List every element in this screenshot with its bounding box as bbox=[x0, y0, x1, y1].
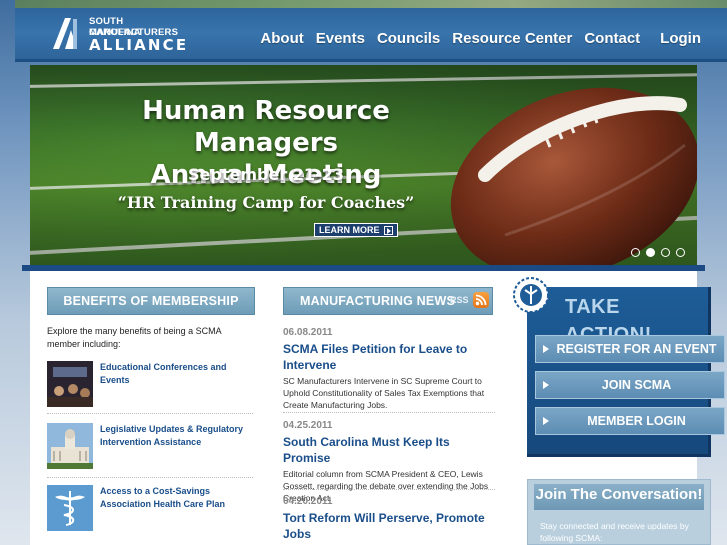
rss-feed-icon bbox=[475, 294, 487, 306]
join-scma-button[interactable]: JOIN SCMA bbox=[535, 371, 725, 399]
divider bbox=[47, 413, 253, 414]
slide-dot-2[interactable] bbox=[646, 248, 655, 257]
benefits-intro: Explore the many benefits of being a SCM… bbox=[47, 326, 222, 349]
benefit-label: Access to a Cost-Savings Association Hea… bbox=[100, 486, 226, 509]
capitol-photo bbox=[47, 423, 93, 469]
news-summary: SC Manufacturers Intervene in SC Supreme… bbox=[283, 376, 485, 410]
nav-events[interactable]: Events bbox=[310, 30, 371, 47]
benefit-label: Educational Conferences and Events bbox=[100, 362, 227, 385]
member-login-button[interactable]: MEMBER LOGIN bbox=[535, 407, 725, 435]
play-arrow-icon bbox=[383, 225, 393, 235]
nav-login[interactable]: Login bbox=[646, 30, 707, 47]
nav-resource-center[interactable]: Resource Center bbox=[446, 30, 578, 47]
rss-label: RSS bbox=[450, 295, 469, 305]
scma-logo-mark-icon bbox=[53, 18, 77, 49]
benefit-label: Legislative Updates & Regulatory Interve… bbox=[100, 424, 244, 447]
site-header: SOUTH CAROLINA MANUFACTURERS ALLIANCE Ab… bbox=[15, 0, 727, 62]
divider bbox=[47, 477, 253, 478]
nav-about[interactable]: About bbox=[254, 30, 309, 47]
caduceus-icon bbox=[47, 485, 93, 531]
news-heading-label: MANUFACTURING NEWS bbox=[300, 294, 455, 308]
slide-dot-4[interactable] bbox=[676, 248, 685, 257]
learn-more-button[interactable]: LEARN MORE bbox=[314, 223, 398, 237]
conference-photo bbox=[47, 361, 93, 407]
news-title-link[interactable]: Tort Reform Will Perserve, Promote Jobs bbox=[283, 510, 498, 542]
button-label: JOIN SCMA bbox=[601, 378, 672, 392]
join-conversation-title: Join The Conversation! bbox=[534, 484, 704, 510]
news-date: 06.08.2011 bbox=[283, 327, 333, 338]
palmetto-seal-icon bbox=[513, 277, 549, 313]
scma-logo[interactable]: SOUTH CAROLINA MANUFACTURERS ALLIANCE bbox=[51, 14, 186, 54]
logo-text-line3: ALLIANCE bbox=[89, 36, 189, 54]
news-title-link[interactable]: South Carolina Must Keep Its Promise bbox=[283, 434, 498, 466]
join-conversation-panel: Join The Conversation! Stay connected an… bbox=[527, 479, 711, 545]
news-title-link[interactable]: SCMA Files Petition for Leave to Interve… bbox=[283, 341, 498, 373]
benefits-heading: BENEFITS OF MEMBERSHIP bbox=[47, 287, 255, 315]
benefit-item-health-care[interactable]: Access to a Cost-Savings Association Hea… bbox=[47, 485, 255, 535]
hero-tagline: “HR Training Camp for Coaches” bbox=[117, 193, 415, 212]
main-nav: About Events Councils Resource Center Co… bbox=[254, 30, 707, 47]
join-conversation-text: Stay connected and receive updates by fo… bbox=[540, 521, 689, 543]
hero-title-line1: Human Resource Managers bbox=[142, 96, 390, 158]
benefit-item-conferences[interactable]: Educational Conferences and Events bbox=[47, 361, 255, 411]
nav-councils[interactable]: Councils bbox=[371, 30, 446, 47]
register-event-button[interactable]: REGISTER FOR AN EVENT bbox=[535, 335, 725, 363]
hero-date: September 21-23 bbox=[188, 165, 344, 184]
news-date: 04.25.2011 bbox=[283, 420, 333, 431]
learn-more-label: LEARN MORE bbox=[319, 225, 380, 235]
slide-dot-1[interactable] bbox=[631, 248, 640, 257]
nav-contact[interactable]: Contact bbox=[578, 30, 646, 47]
news-date: 04.20.2011 bbox=[283, 496, 333, 507]
news-item: 04.20.2011 Tort Reform Will Perserve, Pr… bbox=[283, 496, 498, 542]
rss-icon[interactable] bbox=[473, 292, 489, 308]
take-action-title: TAKE ACTION! bbox=[565, 296, 651, 346]
button-label: MEMBER LOGIN bbox=[587, 414, 686, 428]
news-item: 04.25.2011 South Carolina Must Keep Its … bbox=[283, 420, 498, 504]
hero-banner[interactable]: Human Resource Managers Annual Meeting S… bbox=[30, 65, 697, 265]
divider bbox=[283, 412, 495, 413]
button-label: REGISTER FOR AN EVENT bbox=[556, 342, 717, 356]
benefit-item-legislative[interactable]: Legislative Updates & Regulatory Interve… bbox=[47, 423, 255, 473]
divider bbox=[283, 489, 495, 490]
slide-indicators bbox=[631, 248, 685, 257]
news-item: 06.08.2011 SCMA Files Petition for Leave… bbox=[283, 327, 498, 411]
slide-dot-3[interactable] bbox=[661, 248, 670, 257]
